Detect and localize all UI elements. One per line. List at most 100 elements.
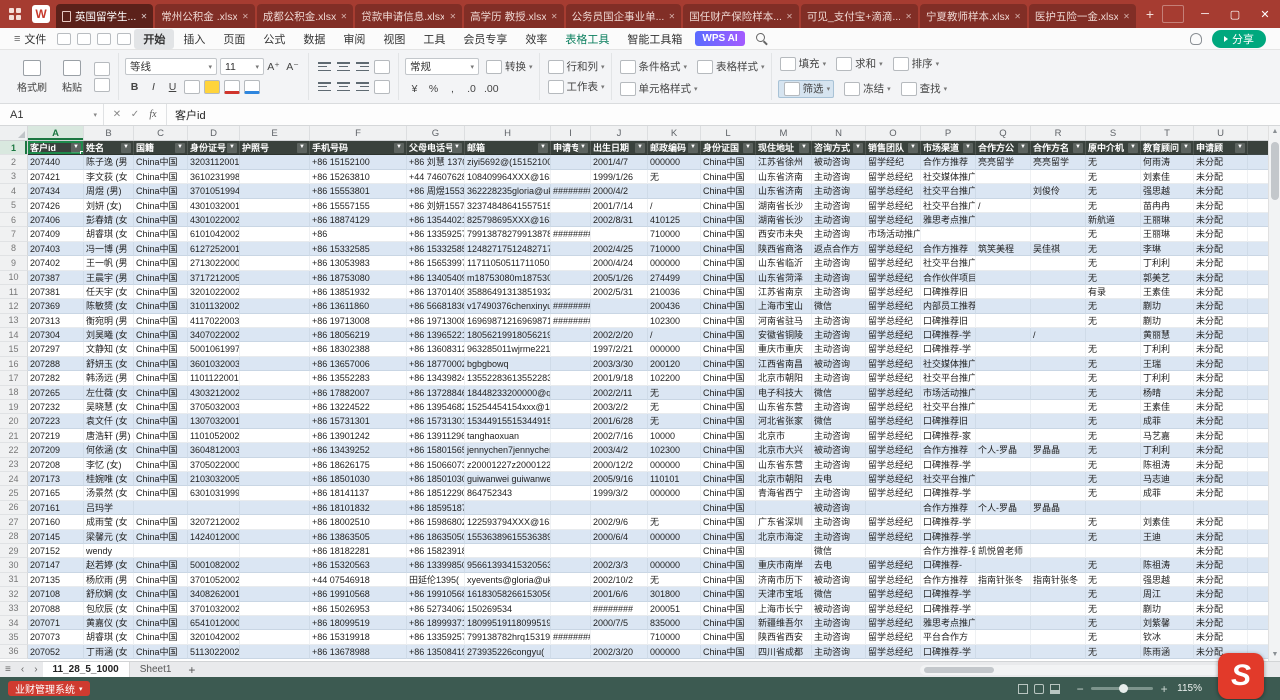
cell-Q6[interactable] <box>976 213 1031 227</box>
cell-H12[interactable]: v17490376chenxinyur <box>465 299 551 313</box>
cell-P9[interactable]: 社交平台推广 <box>921 256 976 270</box>
cell-K34[interactable]: 835000 <box>648 616 701 630</box>
row-header[interactable]: 17 <box>0 371 28 385</box>
cell-P18[interactable]: 市场活动推广 <box>921 386 976 400</box>
cell-S4[interactable]: 无 <box>1086 184 1141 198</box>
cell-K3[interactable]: 无 <box>648 170 701 184</box>
cell-L12[interactable]: China中国 <box>701 299 756 313</box>
zoom-slider-knob[interactable] <box>1119 684 1128 693</box>
cell-P16[interactable]: 社交媒体推广 <box>921 357 976 371</box>
cell-L2[interactable]: China中国 <box>701 155 756 169</box>
cell-P8[interactable]: 合作方推荐 <box>921 242 976 256</box>
close-icon[interactable]: ✕ <box>449 12 456 21</box>
cell-S5[interactable]: 无 <box>1086 199 1141 213</box>
cell-C29[interactable] <box>134 544 188 558</box>
header-cell-A[interactable]: 客户id▼ <box>28 141 84 155</box>
cell-K8[interactable]: 710000 <box>648 242 701 256</box>
cell-A26[interactable]: 207161 <box>28 501 84 515</box>
file-tab[interactable]: 常州公积金 .xlsx✕ <box>155 4 254 28</box>
cell-M19[interactable]: 山东省东营 <box>756 400 812 414</box>
cell-D30[interactable]: 500108200203035125 <box>188 558 240 572</box>
cell-F27[interactable]: +86 18002510 <box>310 515 407 529</box>
cell-J30[interactable]: 2002/3/3 <box>591 558 648 572</box>
cell-R16[interactable] <box>1031 357 1086 371</box>
filter-dropdown-icon[interactable]: ▼ <box>1128 143 1138 153</box>
cell-P5[interactable]: 社交平台推广 <box>921 199 976 213</box>
cell-C32[interactable]: China中国 <box>134 587 188 601</box>
cell-N33[interactable]: 被动咨询 <box>812 602 866 616</box>
cell-A33[interactable]: 207088 <box>28 602 84 616</box>
cell-D8[interactable]: 612725200110100019 <box>188 242 240 256</box>
cell-E6[interactable] <box>240 213 310 227</box>
cell-A19[interactable]: 207232 <box>28 400 84 414</box>
cell-P10[interactable]: 合作伙伴项目- <box>921 271 976 285</box>
cell-D4[interactable]: 370105199411221118 <box>188 184 240 198</box>
cell-L34[interactable]: China中国 <box>701 616 756 630</box>
cell-U28[interactable]: 未分配 <box>1194 530 1248 544</box>
underline-button[interactable]: U <box>164 79 181 95</box>
cell-A25[interactable]: 207165 <box>28 486 84 500</box>
cell-F24[interactable]: +86 18501030 <box>310 472 407 486</box>
cell-I33[interactable] <box>551 602 591 616</box>
cell-F31[interactable]: +44 07546918 <box>310 573 407 587</box>
cell-U6[interactable]: 未分配 <box>1194 213 1248 227</box>
cell-G25[interactable]: +86 1851229020( <box>407 486 465 500</box>
cell-G33[interactable]: +86 52734062 <box>407 602 465 616</box>
cell-I20[interactable] <box>551 414 591 428</box>
cell-C22[interactable]: China中国 <box>134 443 188 457</box>
bold-button[interactable]: B <box>126 79 143 95</box>
row-header[interactable]: 33 <box>0 602 28 616</box>
cell-I15[interactable] <box>551 342 591 356</box>
cell-S35[interactable]: 无 <box>1086 630 1141 644</box>
cell-R28[interactable] <box>1031 530 1086 544</box>
row-header[interactable]: 18 <box>0 386 28 400</box>
cell-K16[interactable]: 200120 <box>648 357 701 371</box>
cell-J25[interactable]: 1999/3/2 <box>591 486 648 500</box>
cell-P6[interactable]: 雅思考点推广 <box>921 213 976 227</box>
filter-dropdown-icon[interactable]: ▼ <box>1018 143 1028 153</box>
row-header[interactable]: 19 <box>0 400 28 414</box>
filter-dropdown-icon[interactable]: ▼ <box>1235 143 1245 153</box>
menu-tab-表格工具[interactable]: 表格工具 <box>556 29 618 49</box>
cell-D26[interactable] <box>188 501 240 515</box>
cell-Q16[interactable] <box>976 357 1031 371</box>
cell-C30[interactable]: China中国 <box>134 558 188 572</box>
header-cell-K[interactable]: 邮政编码▼ <box>648 141 701 155</box>
cell-G11[interactable]: +86 1370140948 <box>407 285 465 299</box>
cell-F4[interactable]: +86 15553801 <box>310 184 407 198</box>
insert-function-button[interactable]: fx <box>144 109 162 120</box>
cell-B24[interactable]: 桂婉唯 (女 <box>84 472 134 486</box>
cell-P23[interactable]: 口碑推荐-学 <box>921 458 976 472</box>
cell-U30[interactable]: 未分配 <box>1194 558 1248 572</box>
file-tab[interactable]: 宁夏教师样本.xlsx✕ <box>920 4 1027 28</box>
cell-T17[interactable]: 丁利利 <box>1141 371 1194 385</box>
filter-dropdown-icon[interactable]: ▼ <box>227 143 237 153</box>
cell-E16[interactable] <box>240 357 310 371</box>
cell-E32[interactable] <box>240 587 310 601</box>
cell-G7[interactable]: +86 1335925706 <box>407 227 465 241</box>
cell-M5[interactable]: 湖南省长沙 <box>756 199 812 213</box>
rows-cols-button[interactable]: 行和列▾ <box>546 59 605 75</box>
cell-Q18[interactable] <box>976 386 1031 400</box>
cell-J9[interactable]: 2000/4/24 <box>591 256 648 270</box>
row-header[interactable]: 35 <box>0 630 28 644</box>
zoom-out-button[interactable]: − <box>1073 682 1087 696</box>
cell-P31[interactable]: 合作方推荐 <box>921 573 976 587</box>
cell-E20[interactable] <box>240 414 310 428</box>
file-menu[interactable]: ≡文件 <box>6 31 54 47</box>
cell-O17[interactable]: 留学总经纪 <box>866 371 921 385</box>
header-cell-I[interactable]: 申请专用▼ <box>551 141 591 155</box>
cell-Q35[interactable] <box>976 630 1031 644</box>
cell-M34[interactable]: 新疆维吾尔 <box>756 616 812 630</box>
cell-G32[interactable]: +86 1991056800( <box>407 587 465 601</box>
cell-H33[interactable]: 150269534 <box>465 602 551 616</box>
cell-B29[interactable]: wendy <box>84 544 134 558</box>
cell-L11[interactable]: China中国 <box>701 285 756 299</box>
cell-J7[interactable] <box>591 227 648 241</box>
cell-Q33[interactable] <box>976 602 1031 616</box>
cell-O22[interactable]: 留学总经纪 <box>866 443 921 457</box>
cell-F12[interactable]: +86 13611860 <box>310 299 407 313</box>
cell-P7[interactable] <box>921 227 976 241</box>
cell-U8[interactable]: 未分配 <box>1194 242 1248 256</box>
cell-D15[interactable]: 500106199702210321 <box>188 342 240 356</box>
